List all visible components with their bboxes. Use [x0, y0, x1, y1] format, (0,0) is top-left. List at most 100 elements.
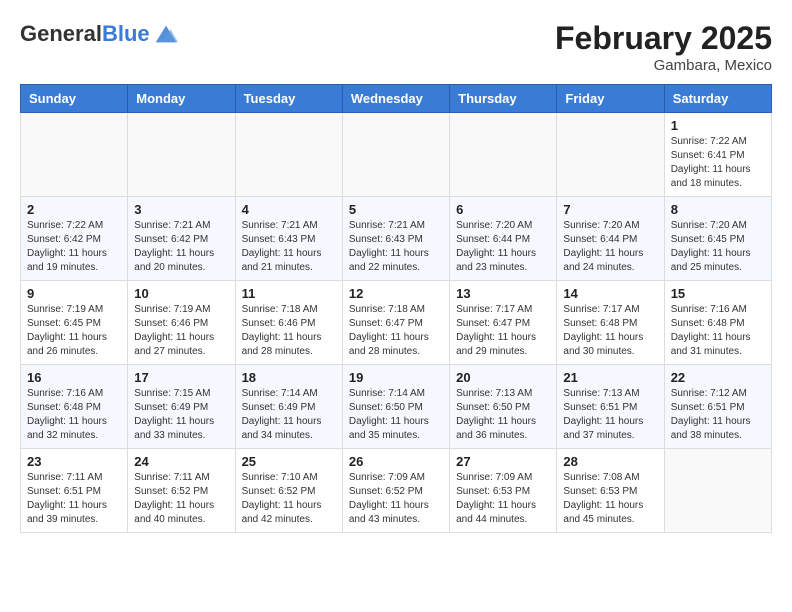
calendar-cell: 2Sunrise: 7:22 AM Sunset: 6:42 PM Daylig…	[21, 197, 128, 281]
day-info: Sunrise: 7:21 AM Sunset: 6:43 PM Dayligh…	[349, 219, 443, 275]
calendar-cell: 25 Sunrise: 7:10 AM Sunset: 6:52 PM Dayli…	[235, 449, 342, 533]
calendar-cell: 11 Sunrise: 7:18 AM Sunset: 6:46 PM Dayli…	[235, 281, 342, 365]
calendar-cell: 10Sunrise: 7:19 AM Sunset: 6:46 PM Dayli…	[128, 281, 235, 365]
calendar-cell: 6 Sunrise: 7:20 AM Sunset: 6:44 PM Daylig…	[450, 197, 557, 281]
calendar-cell: 21Sunrise: 7:13 AM Sunset: 6:51 PM Dayli…	[557, 365, 664, 449]
day-info: Sunrise: 7:21 AM Sunset: 6:43 PM Dayligh…	[242, 219, 336, 275]
day-info: Sunrise: 7:17 AM Sunset: 6:48 PM Dayligh…	[563, 303, 657, 359]
day-number: 4	[242, 202, 336, 217]
calendar-cell: 26 Sunrise: 7:09 AM Sunset: 6:52 PM Dayli…	[342, 449, 449, 533]
day-info: Sunrise: 7:19 AM Sunset: 6:45 PM Dayligh…	[27, 303, 121, 359]
day-info: Sunrise: 7:20 AM Sunset: 6:44 PM Dayligh…	[563, 219, 657, 275]
calendar-cell: 1 Sunrise: 7:22 AM Sunset: 6:41 PM Daylig…	[664, 113, 771, 197]
day-info: Sunrise: 7:09 AM Sunset: 6:52 PM Dayligh…	[349, 471, 443, 527]
day-info: Sunrise: 7:14 AM Sunset: 6:49 PM Dayligh…	[242, 387, 336, 443]
day-number: 11	[242, 286, 336, 301]
logo-blue: Blue	[102, 21, 150, 46]
calendar-cell: 9 Sunrise: 7:19 AM Sunset: 6:45 PM Daylig…	[21, 281, 128, 365]
day-number: 24	[134, 454, 228, 469]
day-info: Sunrise: 7:20 AM Sunset: 6:44 PM Dayligh…	[456, 219, 550, 275]
day-number: 8	[671, 202, 765, 217]
day-number: 25	[242, 454, 336, 469]
calendar-week-5: 23 Sunrise: 7:11 AM Sunset: 6:51 PM Dayli…	[21, 449, 772, 533]
month-year: February 2025	[555, 20, 772, 57]
calendar-cell: 5Sunrise: 7:21 AM Sunset: 6:43 PM Daylig…	[342, 197, 449, 281]
calendar-cell	[557, 113, 664, 197]
calendar-cell: 12Sunrise: 7:18 AM Sunset: 6:47 PM Dayli…	[342, 281, 449, 365]
day-number: 9	[27, 286, 121, 301]
calendar-cell	[450, 113, 557, 197]
day-number: 18	[242, 370, 336, 385]
day-info: Sunrise: 7:14 AM Sunset: 6:50 PM Dayligh…	[349, 387, 443, 443]
calendar-cell: 16 Sunrise: 7:16 AM Sunset: 6:48 PM Dayli…	[21, 365, 128, 449]
day-info: Sunrise: 7:20 AM Sunset: 6:45 PM Dayligh…	[671, 219, 765, 275]
calendar-cell: 15 Sunrise: 7:16 AM Sunset: 6:48 PM Dayli…	[664, 281, 771, 365]
calendar-cell: 8 Sunrise: 7:20 AM Sunset: 6:45 PM Daylig…	[664, 197, 771, 281]
day-number: 14	[563, 286, 657, 301]
calendar-cell: 3Sunrise: 7:21 AM Sunset: 6:42 PM Daylig…	[128, 197, 235, 281]
calendar-cell	[128, 113, 235, 197]
logo-icon	[152, 20, 180, 48]
location: Gambara, Mexico	[555, 57, 772, 74]
calendar-cell	[342, 113, 449, 197]
day-info: Sunrise: 7:11 AM Sunset: 6:52 PM Dayligh…	[134, 471, 228, 527]
calendar-cell	[21, 113, 128, 197]
calendar-cell: 23 Sunrise: 7:11 AM Sunset: 6:51 PM Dayli…	[21, 449, 128, 533]
day-number: 6	[456, 202, 550, 217]
calendar-cell: 24 Sunrise: 7:11 AM Sunset: 6:52 PM Dayli…	[128, 449, 235, 533]
day-info: Sunrise: 7:22 AM Sunset: 6:41 PM Dayligh…	[671, 135, 765, 191]
day-info: Sunrise: 7:12 AM Sunset: 6:51 PM Dayligh…	[671, 387, 765, 443]
day-info: Sunrise: 7:08 AM Sunset: 6:53 PM Dayligh…	[563, 471, 657, 527]
calendar-week-4: 16 Sunrise: 7:16 AM Sunset: 6:48 PM Dayli…	[21, 365, 772, 449]
day-info: Sunrise: 7:17 AM Sunset: 6:47 PM Dayligh…	[456, 303, 550, 359]
calendar-cell: 14 Sunrise: 7:17 AM Sunset: 6:48 PM Dayli…	[557, 281, 664, 365]
day-number: 26	[349, 454, 443, 469]
calendar-cell: 13 Sunrise: 7:17 AM Sunset: 6:47 PM Dayli…	[450, 281, 557, 365]
day-info: Sunrise: 7:18 AM Sunset: 6:46 PM Dayligh…	[242, 303, 336, 359]
day-number: 27	[456, 454, 550, 469]
col-header-friday: Friday	[557, 85, 664, 113]
day-info: Sunrise: 7:22 AM Sunset: 6:42 PM Dayligh…	[27, 219, 121, 275]
calendar-header-row: SundayMondayTuesdayWednesdayThursdayFrid…	[21, 85, 772, 113]
calendar-cell: 28Sunrise: 7:08 AM Sunset: 6:53 PM Dayli…	[557, 449, 664, 533]
calendar-cell: 17Sunrise: 7:15 AM Sunset: 6:49 PM Dayli…	[128, 365, 235, 449]
day-info: Sunrise: 7:11 AM Sunset: 6:51 PM Dayligh…	[27, 471, 121, 527]
col-header-wednesday: Wednesday	[342, 85, 449, 113]
logo: GeneralBlue	[20, 20, 180, 48]
col-header-monday: Monday	[128, 85, 235, 113]
calendar-cell: 19 Sunrise: 7:14 AM Sunset: 6:50 PM Dayli…	[342, 365, 449, 449]
day-info: Sunrise: 7:15 AM Sunset: 6:49 PM Dayligh…	[134, 387, 228, 443]
page-header: GeneralBlue February 2025 Gambara, Mexic…	[20, 20, 772, 74]
day-info: Sunrise: 7:16 AM Sunset: 6:48 PM Dayligh…	[27, 387, 121, 443]
day-number: 16	[27, 370, 121, 385]
day-number: 20	[456, 370, 550, 385]
day-number: 19	[349, 370, 443, 385]
day-number: 22	[671, 370, 765, 385]
col-header-sunday: Sunday	[21, 85, 128, 113]
day-info: Sunrise: 7:13 AM Sunset: 6:51 PM Dayligh…	[563, 387, 657, 443]
day-number: 13	[456, 286, 550, 301]
calendar-cell: 27Sunrise: 7:09 AM Sunset: 6:53 PM Dayli…	[450, 449, 557, 533]
calendar-cell: 18 Sunrise: 7:14 AM Sunset: 6:49 PM Dayli…	[235, 365, 342, 449]
calendar-table: SundayMondayTuesdayWednesdayThursdayFrid…	[20, 84, 772, 533]
day-info: Sunrise: 7:13 AM Sunset: 6:50 PM Dayligh…	[456, 387, 550, 443]
logo-general: General	[20, 21, 102, 46]
col-header-saturday: Saturday	[664, 85, 771, 113]
col-header-thursday: Thursday	[450, 85, 557, 113]
day-info: Sunrise: 7:16 AM Sunset: 6:48 PM Dayligh…	[671, 303, 765, 359]
calendar-cell	[235, 113, 342, 197]
calendar-cell: 22 Sunrise: 7:12 AM Sunset: 6:51 PM Dayli…	[664, 365, 771, 449]
calendar-cell: 7 Sunrise: 7:20 AM Sunset: 6:44 PM Daylig…	[557, 197, 664, 281]
day-number: 1	[671, 118, 765, 133]
day-number: 15	[671, 286, 765, 301]
day-number: 7	[563, 202, 657, 217]
calendar-cell: 20 Sunrise: 7:13 AM Sunset: 6:50 PM Dayli…	[450, 365, 557, 449]
calendar-week-2: 2Sunrise: 7:22 AM Sunset: 6:42 PM Daylig…	[21, 197, 772, 281]
calendar-week-3: 9 Sunrise: 7:19 AM Sunset: 6:45 PM Daylig…	[21, 281, 772, 365]
day-number: 12	[349, 286, 443, 301]
col-header-tuesday: Tuesday	[235, 85, 342, 113]
title-block: February 2025 Gambara, Mexico	[555, 20, 772, 74]
day-number: 3	[134, 202, 228, 217]
day-info: Sunrise: 7:10 AM Sunset: 6:52 PM Dayligh…	[242, 471, 336, 527]
day-number: 23	[27, 454, 121, 469]
